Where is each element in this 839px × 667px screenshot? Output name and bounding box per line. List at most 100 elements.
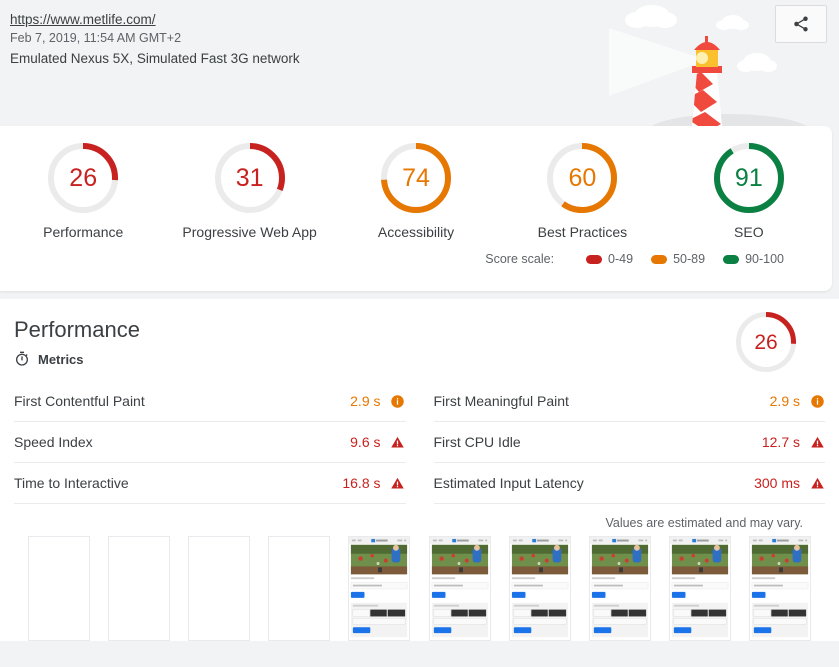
gauge-ring: 74	[380, 142, 452, 214]
gauge-value: 91	[734, 163, 763, 192]
metric-status-icon	[809, 434, 825, 450]
metric-name: First Contentful Paint	[14, 393, 145, 409]
scale-swatch	[723, 254, 740, 264]
gauge-label: Best Practices	[537, 224, 628, 240]
score-scale-label: Score scale:	[485, 252, 555, 266]
metric-name: First CPU Idle	[433, 434, 521, 450]
metrics-column-left: First Contentful Paint 2.9 s Speed Index…	[14, 381, 406, 504]
screenshot-thumbnail	[349, 537, 410, 640]
filmstrip-frame	[748, 536, 811, 641]
header-meta: https://www.metlife.com/ Feb 7, 2019, 11…	[10, 10, 839, 68]
screenshot-thumbnail	[509, 537, 570, 640]
metric-value: 300 ms	[754, 475, 800, 491]
metric-status-icon	[390, 475, 406, 491]
metric-name: Time to Interactive	[14, 475, 129, 491]
filmstrip-frame	[588, 536, 651, 641]
filmstrip-frame	[28, 536, 90, 641]
scale-range: 50-89	[673, 252, 706, 266]
score-gauges: 26 Performance 31 Progressive Web App 74…	[0, 126, 832, 242]
metrics-grid: First Contentful Paint 2.9 s Speed Index…	[14, 381, 825, 504]
metric-value: 2.9 s	[769, 393, 800, 409]
performance-header: Performance Metrics 26	[14, 312, 825, 381]
score-gauge-progressive-web-app[interactable]: 31 Progressive Web App	[166, 142, 332, 242]
report-timestamp: Feb 7, 2019, 11:54 AM GMT+2	[10, 31, 182, 45]
metrics-column-right: First Meaningful Paint 2.9 s First CPU I…	[433, 381, 825, 504]
filmstrip	[14, 530, 825, 641]
filmstrip-frame	[348, 536, 411, 641]
screenshot-thumbnail	[749, 537, 810, 640]
warning-triangle-icon	[810, 477, 824, 488]
metric-value: 16.8 s	[342, 475, 381, 491]
gauge-label: Accessibility	[377, 224, 455, 240]
score-gauge-best-practices[interactable]: 60 Best Practices	[499, 142, 665, 242]
metric-value: 9.6 s	[350, 434, 381, 450]
gauge-value: 60	[568, 163, 597, 192]
metric-row[interactable]: Speed Index 9.6 s	[14, 422, 406, 463]
score-scale-item: 50-89	[651, 252, 705, 266]
score-gauge-accessibility[interactable]: 74 Accessibility	[333, 142, 499, 242]
performance-gauge-value: 26	[754, 330, 778, 354]
lighthouse-report: https://www.metlife.com/ Feb 7, 2019, 11…	[0, 0, 839, 667]
gauge-value: 31	[235, 163, 264, 192]
score-gauge-seo[interactable]: 91 SEO	[666, 142, 832, 242]
score-scale-item: 90-100	[723, 252, 784, 266]
warning-triangle-icon	[810, 436, 824, 447]
metric-row[interactable]: Estimated Input Latency 300 ms	[433, 463, 825, 504]
metric-status-icon	[390, 434, 406, 450]
info-circle-icon	[810, 394, 824, 408]
gauge-label: Performance	[43, 224, 124, 240]
scale-swatch	[586, 254, 603, 264]
gauge-value: 74	[402, 163, 430, 192]
warning-triangle-icon	[391, 436, 404, 447]
scale-range: 90-100	[745, 252, 784, 266]
filmstrip-frame	[668, 536, 731, 641]
audited-url-link[interactable]: https://www.metlife.com/	[10, 10, 156, 29]
score-gauge-performance[interactable]: 26 Performance	[0, 142, 166, 242]
performance-section: Performance Metrics 26 First Contentful …	[0, 299, 839, 641]
filmstrip-frame	[508, 536, 571, 641]
screenshot-thumbnail	[669, 537, 730, 640]
metric-status-icon	[390, 393, 406, 409]
screenshot-thumbnail	[589, 537, 650, 640]
gauge-ring: 91	[713, 142, 785, 214]
filmstrip-frame	[428, 536, 491, 641]
score-scale-item: 0-49	[586, 252, 633, 266]
gauge-ring: 31	[214, 142, 286, 214]
metric-name: First Meaningful Paint	[433, 393, 569, 409]
warning-triangle-icon	[391, 477, 404, 488]
scale-swatch	[651, 254, 668, 264]
share-button[interactable]	[775, 5, 827, 43]
metric-row[interactable]: Time to Interactive 16.8 s	[14, 463, 406, 504]
metric-status-icon	[809, 475, 825, 491]
metric-value: 12.7 s	[761, 434, 800, 450]
filmstrip-frame	[268, 536, 331, 641]
gauge-label: SEO	[734, 224, 764, 240]
info-circle-icon	[391, 394, 404, 408]
screenshot-thumbnail	[429, 537, 490, 640]
filmstrip-frame	[188, 536, 251, 641]
gauge-ring: 26	[47, 142, 119, 214]
stopwatch-icon	[16, 351, 28, 366]
metric-name: Estimated Input Latency	[433, 475, 584, 491]
page-title: Performance	[14, 317, 140, 342]
report-environment: Emulated Nexus 5X, Simulated Fast 3G net…	[10, 51, 300, 66]
performance-gauge[interactable]: 26	[735, 311, 797, 373]
metrics-heading: Metrics	[38, 351, 84, 367]
metric-row[interactable]: First Contentful Paint 2.9 s	[14, 381, 406, 422]
score-scale-legend: Score scale: 0-49 50-89 90-100	[0, 242, 832, 276]
filmstrip-frame	[108, 536, 171, 641]
metric-status-icon	[809, 393, 825, 409]
metric-row[interactable]: First CPU Idle 12.7 s	[433, 422, 825, 463]
metric-value: 2.9 s	[350, 393, 381, 409]
gauge-value: 26	[69, 163, 98, 192]
gauge-ring: 60	[546, 142, 618, 214]
gauge-label: Progressive Web App	[182, 224, 317, 240]
report-header: https://www.metlife.com/ Feb 7, 2019, 11…	[0, 0, 839, 126]
metric-row[interactable]: First Meaningful Paint 2.9 s	[433, 381, 825, 422]
estimate-note: Values are estimated and may vary.	[605, 516, 803, 530]
metric-name: Speed Index	[14, 434, 93, 450]
scores-card: 26 Performance 31 Progressive Web App 74…	[0, 126, 832, 291]
share-icon	[794, 16, 808, 32]
scale-range: 0-49	[608, 252, 634, 266]
metrics-heading-row: Metrics	[14, 351, 825, 367]
